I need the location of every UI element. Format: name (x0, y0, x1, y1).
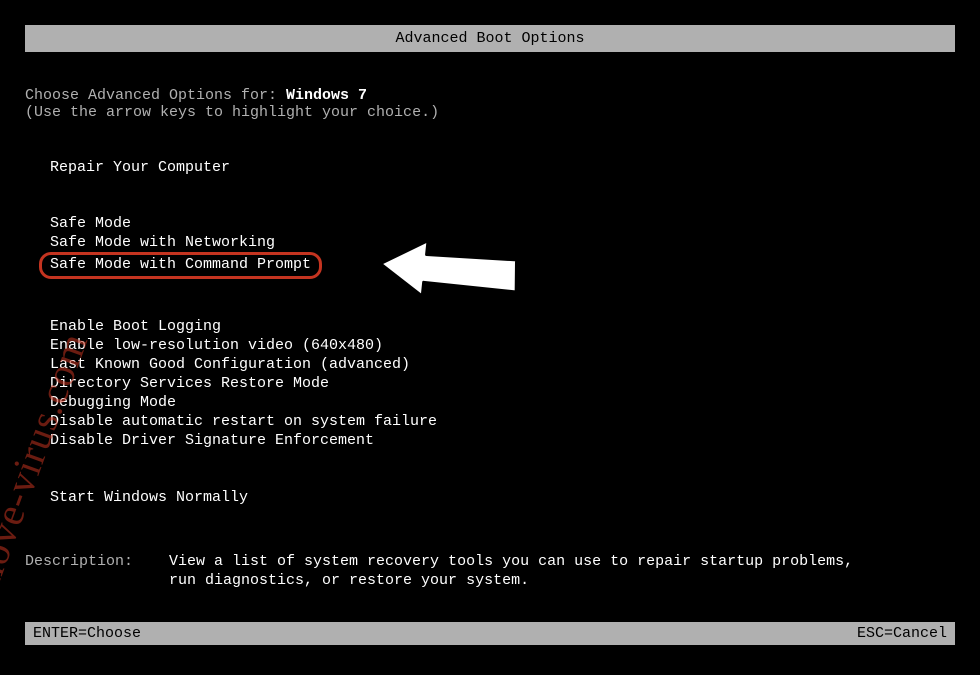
option-low-res[interactable]: Enable low-resolution video (640x480) (50, 336, 383, 355)
repair-option[interactable]: Repair Your Computer (50, 159, 955, 176)
advanced-group: Enable Boot Logging Enable low-resolutio… (50, 317, 955, 450)
option-safe-mode-cmd[interactable]: Safe Mode with Command Prompt (39, 252, 322, 279)
option-start-normally[interactable]: Start Windows Normally (50, 488, 248, 507)
content-area: Choose Advanced Options for: Windows 7 (… (0, 87, 980, 590)
options-section: Repair Your Computer Safe Mode Safe Mode… (25, 159, 955, 507)
title-bar: Advanced Boot Options (25, 25, 955, 52)
choose-prefix: Choose Advanced Options for: (25, 87, 286, 104)
option-debugging[interactable]: Debugging Mode (50, 393, 176, 412)
description-label: Description: (25, 552, 160, 571)
option-disable-restart[interactable]: Disable automatic restart on system fail… (50, 412, 437, 431)
safe-mode-group: Safe Mode Safe Mode with Networking Safe… (50, 214, 955, 279)
description-block: Description: View a list of system recov… (25, 552, 955, 590)
option-boot-logging[interactable]: Enable Boot Logging (50, 317, 221, 336)
option-disable-sig[interactable]: Disable Driver Signature Enforcement (50, 431, 374, 450)
description-text: View a list of system recovery tools you… (169, 552, 869, 590)
option-last-known-good[interactable]: Last Known Good Configuration (advanced) (50, 355, 410, 374)
hint-line: (Use the arrow keys to highlight your ch… (25, 104, 955, 121)
os-name: Windows 7 (286, 87, 367, 104)
footer-enter: ENTER=Choose (33, 625, 141, 642)
option-safe-mode-networking[interactable]: Safe Mode with Networking (50, 233, 275, 252)
option-safe-mode[interactable]: Safe Mode (50, 214, 131, 233)
footer-esc: ESC=Cancel (857, 625, 947, 642)
header-line: Choose Advanced Options for: Windows 7 (25, 87, 955, 104)
option-ds-restore[interactable]: Directory Services Restore Mode (50, 374, 329, 393)
normal-group: Start Windows Normally (50, 488, 955, 507)
page-title: Advanced Boot Options (395, 30, 584, 47)
footer-bar: ENTER=Choose ESC=Cancel (25, 622, 955, 645)
